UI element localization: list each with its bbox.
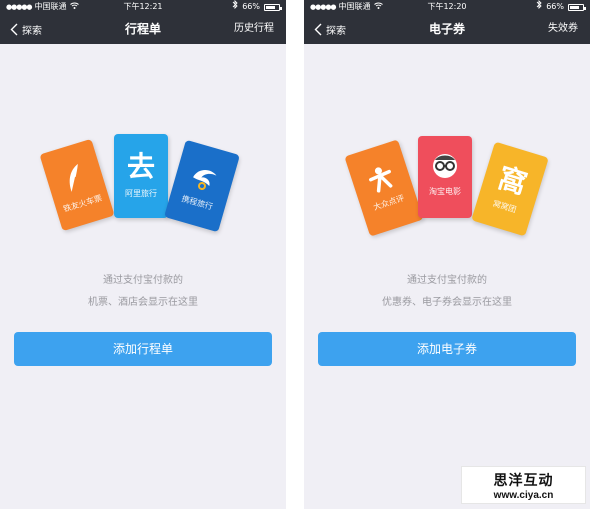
- ticket-wowotuan: 窩 窝窝团: [471, 141, 549, 237]
- ticket-label: 携程旅行: [180, 194, 214, 212]
- feather-icon: [69, 163, 78, 193]
- person-icon: [369, 167, 393, 193]
- nav-bar: 探索 行程单 历史行程: [0, 14, 286, 44]
- wo-character-icon: 窩: [494, 160, 531, 201]
- ticket-label: 阿里旅行: [125, 189, 157, 198]
- ticket-ctrip: 携程旅行: [164, 139, 240, 233]
- screen-itinerary: ●●●●● 中国联通 下午12:21 66% 探索 行程单 历史行程 铁友火车票…: [0, 0, 286, 509]
- battery-percent: 66%: [242, 2, 260, 11]
- empty-state-message: 通过支付宝付款的 机票、酒店会显示在这里: [0, 270, 286, 314]
- dolphin-icon: [193, 169, 217, 190]
- ticket-tieyou: 铁友火车票: [39, 138, 115, 232]
- screen-vouchers: ●●●●● 中国联通 下午12:20 66% 探索 电子券 失效券 大众点评 淘…: [304, 0, 590, 509]
- history-trips-link[interactable]: 历史行程: [234, 14, 274, 44]
- watermark-title: 思洋互动: [493, 473, 554, 489]
- ticket-dianping: 大众点评: [344, 139, 424, 237]
- empty-state-message: 通过支付宝付款的 优惠券、电子券会显示在这里: [304, 270, 590, 314]
- nav-bar: 探索 电子券 失效券: [304, 14, 590, 44]
- message-line-2: 机票、酒店会显示在这里: [88, 297, 198, 308]
- ticket-label: 淘宝电影: [429, 187, 461, 196]
- qu-character-icon: 去: [126, 150, 155, 183]
- ticket-taobao-movie: 淘宝电影: [418, 136, 472, 218]
- add-itinerary-button[interactable]: 添加行程单: [14, 332, 272, 366]
- bluetooth-icon: [536, 0, 542, 14]
- message-line-1: 通过支付宝付款的: [103, 275, 183, 286]
- glasses-face-icon: [433, 154, 457, 178]
- message-line-2: 优惠券、电子券会显示在这里: [382, 297, 512, 308]
- status-bar: ●●●●● 中国联通 下午12:21 66%: [0, 0, 286, 14]
- status-bar: ●●●●● 中国联通 下午12:20 66%: [304, 0, 590, 14]
- ticket-label: 窝窝团: [491, 198, 518, 215]
- watermark-url: www.ciya.cn: [493, 490, 554, 501]
- expired-vouchers-link[interactable]: 失效券: [548, 14, 578, 44]
- add-voucher-button[interactable]: 添加电子券: [318, 332, 576, 366]
- watermark: 思洋互动 www.ciya.cn: [461, 466, 586, 504]
- battery-icon: [264, 4, 282, 11]
- message-line-1: 通过支付宝付款的: [407, 275, 487, 286]
- battery-icon: [568, 4, 586, 11]
- ticket-alitrip: 去 阿里旅行: [114, 134, 168, 218]
- battery-percent: 66%: [546, 2, 564, 11]
- bluetooth-icon: [232, 0, 238, 14]
- ticket-label: 大众点评: [372, 193, 406, 212]
